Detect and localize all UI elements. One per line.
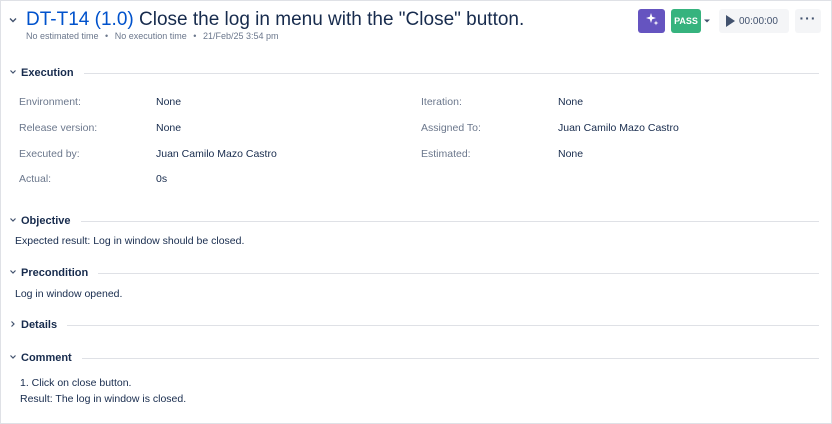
assigned-to-label: Assigned To: bbox=[421, 122, 481, 134]
divider bbox=[81, 357, 819, 359]
page-title: DT-T14 (1.0) Close the log in menu with … bbox=[26, 8, 524, 32]
actual-value[interactable]: 0s bbox=[156, 173, 167, 185]
chevron-right-icon bbox=[9, 320, 21, 330]
assigned-to-value[interactable]: Juan Camilo Mazo Castro bbox=[558, 122, 679, 134]
section-title: Comment bbox=[21, 352, 72, 364]
estimated-value[interactable]: None bbox=[558, 148, 583, 160]
environment-label: Environment: bbox=[19, 96, 81, 108]
objective-text: Expected result: Log in window should be… bbox=[15, 235, 245, 247]
test-execution-panel: DT-T14 (1.0) Close the log in menu with … bbox=[0, 0, 832, 424]
execution-time-text: No execution time bbox=[114, 31, 187, 41]
divider bbox=[80, 220, 819, 222]
chevron-down-icon bbox=[9, 68, 21, 78]
comment-section-header[interactable]: Comment bbox=[9, 349, 819, 367]
executed-by-value[interactable]: Juan Camilo Mazo Castro bbox=[156, 148, 277, 160]
timer-button[interactable]: 00:00:00 bbox=[719, 9, 789, 33]
test-version: (1.0) bbox=[94, 9, 134, 30]
executed-by-label: Executed by: bbox=[19, 148, 80, 160]
environment-value[interactable]: None bbox=[156, 96, 181, 108]
precondition-section-header[interactable]: Precondition bbox=[9, 264, 819, 282]
status-dropdown[interactable]: PASS bbox=[671, 9, 713, 33]
actual-label: Actual: bbox=[19, 173, 52, 185]
details-section-header[interactable]: Details bbox=[9, 316, 819, 334]
iteration-label: Iteration: bbox=[421, 96, 462, 108]
release-version-label: Release version: bbox=[19, 122, 98, 134]
section-title: Details bbox=[21, 319, 58, 331]
divider bbox=[83, 72, 819, 74]
divider bbox=[67, 324, 819, 326]
section-title: Precondition bbox=[21, 267, 89, 279]
execution-meta: No estimated time • No execution time • … bbox=[26, 31, 279, 41]
ai-assist-button[interactable] bbox=[638, 9, 665, 33]
section-title: Execution bbox=[21, 67, 74, 79]
comment-line-1: 1. Click on close button. bbox=[20, 377, 132, 389]
comment-line-2: Result: The log in window is closed. bbox=[20, 393, 187, 405]
execution-date-text: 21/Feb/25 3:54 pm bbox=[202, 31, 279, 41]
test-title: Close the log in menu with the "Close" b… bbox=[139, 9, 525, 30]
header-actions: PASS 00:00:00 ··· bbox=[638, 9, 821, 33]
divider bbox=[98, 272, 819, 274]
section-title: Objective bbox=[21, 215, 71, 227]
iteration-value[interactable]: None bbox=[558, 96, 583, 108]
play-icon bbox=[726, 15, 735, 27]
objective-section-header[interactable]: Objective bbox=[9, 212, 819, 230]
timer-value: 00:00:00 bbox=[739, 15, 778, 27]
chevron-down-icon bbox=[9, 268, 21, 278]
execution-section-header[interactable]: Execution bbox=[9, 64, 819, 82]
test-key-link[interactable]: DT-T14 bbox=[26, 9, 89, 30]
chevron-down-icon[interactable] bbox=[8, 15, 18, 25]
ellipsis-icon: ··· bbox=[799, 10, 817, 26]
estimated-time-text: No estimated time bbox=[26, 31, 99, 41]
sparkle-icon bbox=[645, 12, 659, 31]
more-options-button[interactable]: ··· bbox=[795, 9, 821, 33]
chevron-down-icon bbox=[9, 216, 21, 226]
estimated-label: Estimated: bbox=[421, 148, 471, 160]
execution-header: DT-T14 (1.0) Close the log in menu with … bbox=[1, 1, 831, 49]
release-version-value[interactable]: None bbox=[156, 122, 181, 134]
chevron-down-icon bbox=[9, 353, 21, 363]
precondition-text: Log in window opened. bbox=[15, 288, 123, 300]
status-badge[interactable]: PASS bbox=[671, 9, 701, 33]
caret-down-icon[interactable] bbox=[701, 9, 713, 33]
